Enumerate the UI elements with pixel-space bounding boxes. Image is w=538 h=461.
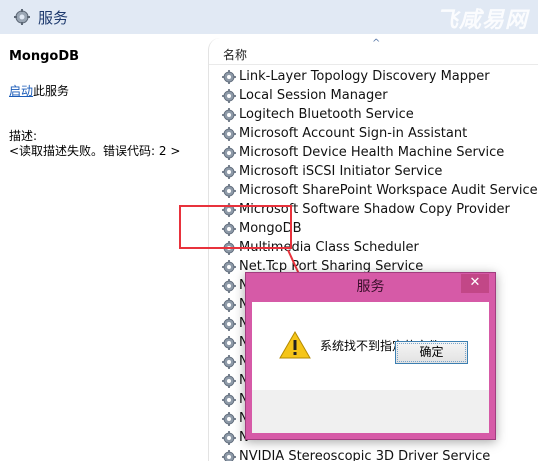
service-gear-icon bbox=[221, 411, 239, 427]
list-item[interactable]: Microsoft Device Health Machine Service bbox=[221, 143, 538, 162]
service-name: Microsoft Device Health Machine Service bbox=[239, 145, 505, 160]
start-service-link[interactable]: 启动 bbox=[9, 84, 33, 98]
selected-service-name: MongoDB bbox=[9, 49, 80, 64]
dialog-title: 服务 bbox=[356, 279, 385, 295]
service-gear-icon bbox=[221, 183, 239, 199]
service-name: Microsoft Account Sign-in Assistant bbox=[239, 126, 468, 141]
error-dialog: 服务 ✕ 系统找不到指定的文件。 确定 bbox=[245, 272, 496, 440]
service-gear-icon bbox=[221, 297, 239, 313]
dialog-footer bbox=[252, 390, 489, 433]
watermark-text: 飞咸易网 bbox=[435, 8, 528, 33]
service-gear-icon bbox=[221, 373, 239, 389]
list-item[interactable]: Microsoft Account Sign-in Assistant bbox=[221, 124, 538, 143]
list-item[interactable]: Link-Layer Topology Discovery Mapper bbox=[221, 67, 538, 86]
service-gear-icon bbox=[221, 107, 239, 123]
service-gear-icon bbox=[221, 335, 239, 351]
service-gear-icon bbox=[221, 354, 239, 370]
service-gear-icon bbox=[221, 278, 239, 294]
start-service-line: 启动此服务 bbox=[9, 82, 69, 99]
service-name: NVIDIA Stereoscopic 3D Driver Service bbox=[239, 449, 491, 461]
service-gear-icon bbox=[221, 164, 239, 180]
service-gear-icon bbox=[221, 69, 239, 85]
start-service-suffix: 此服务 bbox=[33, 84, 70, 98]
service-name: Microsoft SharePoint Workspace Audit Ser… bbox=[239, 183, 538, 198]
highlight-box bbox=[179, 205, 292, 249]
service-name: Link-Layer Topology Discovery Mapper bbox=[239, 69, 490, 84]
list-item[interactable]: NVIDIA Stereoscopic 3D Driver Service bbox=[221, 447, 538, 461]
service-gear-icon bbox=[221, 88, 239, 104]
service-name: Microsoft iSCSI Initiator Service bbox=[239, 164, 443, 179]
dialog-close-button[interactable]: ✕ bbox=[461, 274, 489, 293]
service-gear-icon bbox=[221, 449, 239, 461]
description-text: <读取描述失败。错误代码: 2 > bbox=[9, 144, 181, 158]
dialog-body: 系统找不到指定的文件。 确定 bbox=[252, 302, 489, 433]
warning-icon bbox=[279, 330, 311, 363]
service-gear-icon bbox=[221, 392, 239, 408]
list-item[interactable]: Logitech Bluetooth Service bbox=[221, 105, 538, 124]
window-header: 服务 飞咸易网 bbox=[0, 0, 538, 34]
service-name: Logitech Bluetooth Service bbox=[239, 107, 414, 122]
ok-button[interactable]: 确定 bbox=[395, 341, 468, 364]
window-title: 服务 bbox=[38, 9, 69, 27]
list-item[interactable]: Local Session Manager bbox=[221, 86, 538, 105]
service-gear-icon bbox=[221, 126, 239, 142]
list-item[interactable]: Microsoft SharePoint Workspace Audit Ser… bbox=[221, 181, 538, 200]
service-gear-icon bbox=[221, 145, 239, 161]
column-divider bbox=[209, 64, 538, 65]
service-gear-icon bbox=[221, 430, 239, 446]
service-name: Local Session Manager bbox=[239, 88, 388, 103]
sort-ascending-icon: ^ bbox=[372, 38, 381, 49]
service-gear-icon bbox=[221, 259, 239, 275]
services-gear-icon bbox=[13, 8, 31, 30]
list-item[interactable]: Microsoft iSCSI Initiator Service bbox=[221, 162, 538, 181]
column-header-name[interactable]: 名称 bbox=[223, 46, 247, 63]
service-gear-icon bbox=[221, 316, 239, 332]
